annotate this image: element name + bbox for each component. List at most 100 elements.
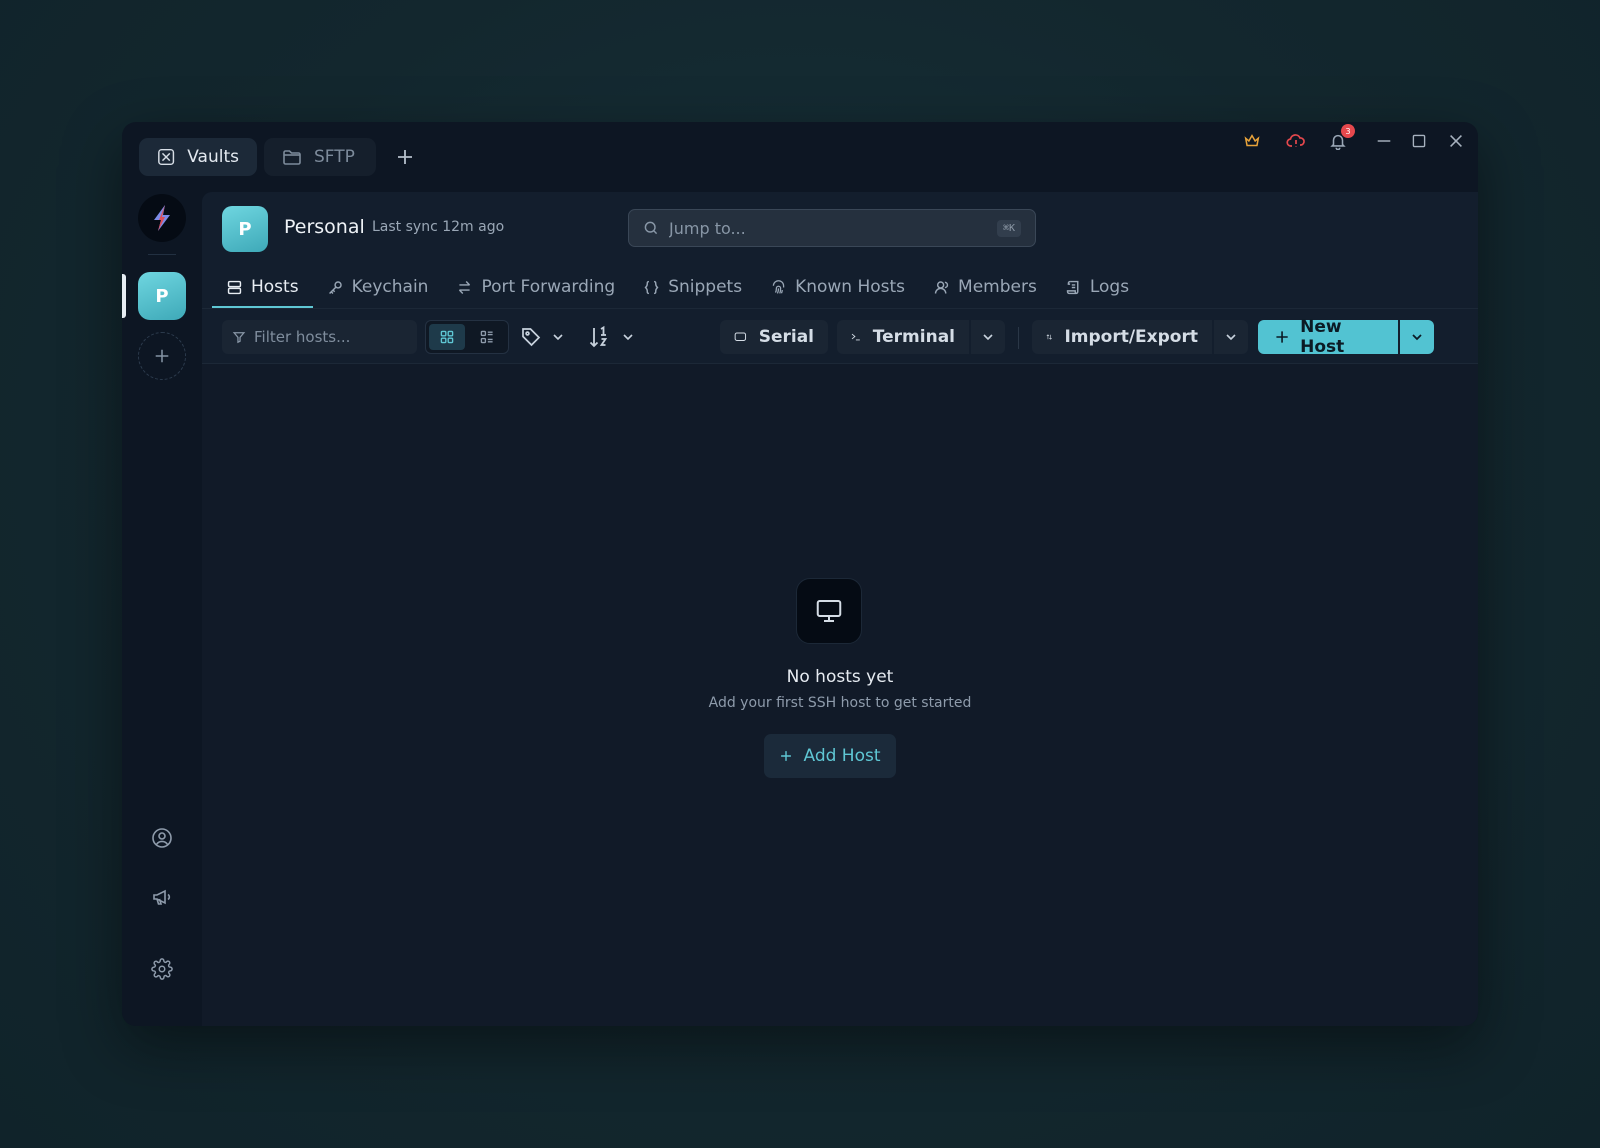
monitor-icon [796, 578, 862, 644]
search-shortcut: ⌘K [996, 219, 1021, 237]
upgrade-button[interactable] [1242, 131, 1262, 151]
lightning-icon [154, 205, 170, 231]
vault-rail: P [122, 192, 202, 1026]
server-icon [227, 280, 242, 294]
megaphone-icon [153, 889, 171, 905]
sort-button[interactable] [588, 323, 636, 351]
serial-label: Serial [758, 327, 814, 347]
import-export-options-button[interactable] [1214, 320, 1248, 354]
sync-error-button[interactable] [1286, 131, 1306, 151]
empty-state-subtitle: Add your first SSH host to get started [708, 695, 972, 711]
tag-icon [522, 328, 541, 347]
tab-sftp[interactable]: SFTP [264, 138, 376, 176]
fingerprint-icon [772, 279, 785, 294]
filter-box [222, 320, 417, 354]
terminal-options-button[interactable] [971, 320, 1005, 354]
gear-icon [151, 958, 173, 980]
tab-label: Members [958, 277, 1037, 297]
user-circle-icon [152, 828, 172, 848]
new-host-label: New Host [1300, 317, 1345, 357]
section-nav: Hosts Keychain Port Forwarding Snippets … [212, 268, 1143, 308]
vault-header: P Personal Last sync 12m ago ⌘K Hosts Ke… [202, 192, 1478, 308]
new-host-options-button[interactable] [1400, 320, 1434, 354]
tab-label: SFTP [314, 147, 355, 167]
tab-label: Keychain [351, 277, 429, 297]
jump-search: ⌘K [628, 209, 1036, 247]
tab-label: Hosts [251, 277, 299, 297]
user-icon [934, 280, 949, 294]
new-tab-button[interactable] [390, 142, 420, 172]
tab-vaults[interactable]: Vaults [139, 138, 257, 176]
active-vault-indicator [122, 274, 126, 318]
sync-status: Last sync 12m ago [372, 219, 505, 235]
close-button[interactable] [1446, 131, 1466, 151]
notifications-button[interactable]: 3 [1328, 124, 1355, 151]
terminal-icon [851, 333, 860, 341]
chevron-down-icon [983, 334, 993, 341]
tab-label: Snippets [668, 277, 743, 297]
vault-avatar-personal[interactable]: P [138, 272, 186, 320]
title-bar: Vaults SFTP 3 [122, 122, 1478, 192]
toolbar-divider [1018, 327, 1019, 349]
tab-hosts[interactable]: Hosts [212, 268, 313, 308]
terminal-button[interactable]: Terminal [837, 320, 969, 354]
notification-badge: 3 [1341, 124, 1355, 138]
vault-icon [158, 148, 175, 166]
plus-icon [155, 349, 169, 363]
serial-port-icon [734, 332, 747, 341]
hosts-toolbar: Serial Terminal Import/Export New Host [202, 308, 1478, 364]
account-button[interactable] [150, 826, 174, 850]
announcements-button[interactable] [150, 885, 174, 909]
tab-label: Logs [1089, 277, 1130, 297]
tab-snippets[interactable]: Snippets [629, 268, 756, 306]
tab-label: Known Hosts [795, 277, 906, 297]
search-icon [644, 221, 658, 235]
plus-icon [1276, 331, 1288, 343]
new-host-button[interactable]: New Host [1258, 317, 1398, 357]
search-input[interactable] [669, 218, 987, 238]
tab-logs[interactable]: Logs [1051, 268, 1143, 306]
vault-avatar: P [222, 206, 268, 252]
filter-icon [232, 332, 246, 344]
close-icon [1450, 135, 1462, 147]
app-logo[interactable] [138, 194, 186, 242]
add-host-label: Add Host [803, 746, 881, 766]
plus-icon [781, 751, 792, 761]
maximize-icon [1412, 134, 1426, 148]
scroll-icon [1066, 280, 1079, 294]
list-view-button[interactable] [469, 324, 505, 350]
tab-keychain[interactable]: Keychain [313, 268, 443, 306]
key-icon [328, 280, 342, 294]
app-window: Vaults SFTP 3 P P Personal Last sync 12m… [122, 122, 1478, 1026]
chevron-down-icon [1412, 334, 1422, 341]
minimize-icon [1377, 140, 1391, 142]
filter-hosts-input[interactable] [254, 328, 404, 346]
add-vault-button[interactable] [138, 332, 186, 380]
tab-members[interactable]: Members [919, 268, 1051, 306]
vault-name: Personal [284, 216, 365, 238]
add-host-button[interactable]: Add Host [764, 734, 896, 778]
minimize-button[interactable] [1374, 131, 1394, 151]
rail-divider [148, 254, 176, 255]
import-export-button[interactable]: Import/Export [1032, 320, 1212, 354]
tab-label: Port Forwarding [481, 277, 616, 297]
main-panel: P Personal Last sync 12m ago ⌘K Hosts Ke… [202, 192, 1478, 1026]
terminal-label: Terminal [872, 327, 955, 347]
plus-icon [398, 150, 412, 164]
serial-button[interactable]: Serial [720, 320, 828, 354]
maximize-button[interactable] [1409, 131, 1429, 151]
empty-state: No hosts yet Add your first SSH host to … [202, 364, 1478, 1026]
grid-icon [440, 330, 454, 344]
chevron-down-icon [553, 334, 563, 341]
swap-vertical-icon [1046, 334, 1052, 340]
arrows-icon [459, 280, 471, 294]
chevron-down-icon [623, 334, 633, 341]
tab-known-hosts[interactable]: Known Hosts [756, 268, 919, 306]
tab-port-forwarding[interactable]: Port Forwarding [442, 268, 629, 306]
tag-filter-button[interactable] [520, 323, 566, 351]
folder-icon [283, 150, 301, 165]
grid-view-button[interactable] [429, 324, 465, 350]
view-toggle [425, 320, 509, 354]
settings-button[interactable] [150, 957, 174, 981]
empty-state-title: No hosts yet [786, 667, 894, 687]
